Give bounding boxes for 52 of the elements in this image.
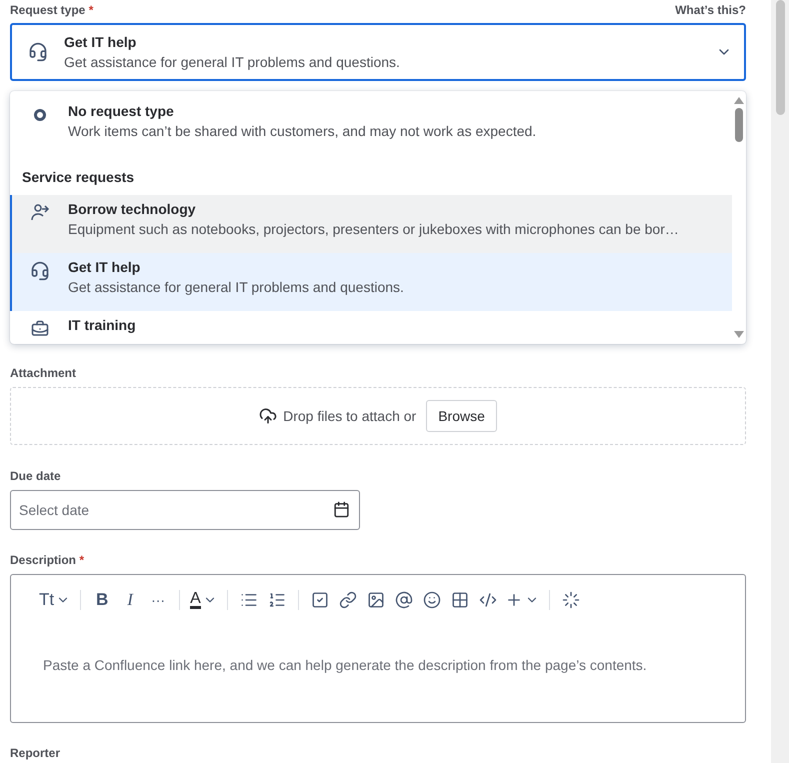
headset-icon <box>30 261 50 282</box>
option-description: Equipment such as notebooks, projectors, presenters or jukeboxes with microphones can be bor… <box>68 221 680 238</box>
sparkle-icon <box>562 591 580 610</box>
italic-button[interactable]: I <box>117 586 144 614</box>
scrollbar-thumb[interactable] <box>735 108 743 142</box>
option-description: Work items can’t be shared with customers, and may not work as expected. <box>68 123 538 140</box>
link-icon <box>338 591 357 610</box>
request-type-option[interactable]: Get IT help Get assistance for general IT problems and questions. <box>10 253 732 312</box>
field-label: Due date <box>10 468 61 483</box>
description-editor[interactable]: Tt B I ··· A Paste a Confluence link here, and we can help generate the description from the page’s contents. <box>10 574 746 724</box>
drop-zone[interactable]: Drop files to attach or Browse <box>10 387 746 445</box>
scrollbar-thumb[interactable] <box>776 0 785 115</box>
ring-icon <box>33 108 47 122</box>
table-icon <box>450 591 469 610</box>
request-type-option[interactable]: Borrow technology Equipment such as notebooks, projectors, presenters or jukeboxes with microphones can be bor… <box>10 195 732 254</box>
request-type-option[interactable]: No request type Work items can’t be shared with customers, and may not work as expected. <box>10 97 732 156</box>
drop-text: Drop files to attach or <box>283 408 416 424</box>
field-label: Request type * <box>10 2 94 17</box>
bold-button[interactable]: B <box>89 586 116 614</box>
briefcase-icon <box>31 320 49 338</box>
selected-description: Get assistance for general IT problems and questions. <box>64 54 401 70</box>
option-title: Borrow technology <box>68 201 197 218</box>
field-label: Attachment <box>10 366 76 380</box>
request-type-option[interactable]: IT training <box>10 311 732 344</box>
text-color-button[interactable]: A <box>188 586 219 614</box>
numbered-list-icon <box>268 591 286 610</box>
code-icon <box>478 591 497 610</box>
editor-placeholder: Paste a Confluence link here, and we can help generate the description from the page’s contents. <box>42 656 648 674</box>
checkbox-icon <box>310 591 329 610</box>
text-style-button[interactable]: Tt <box>37 586 72 614</box>
help-link[interactable]: What’s this? <box>675 2 746 17</box>
option-title: Get IT help <box>68 259 142 276</box>
scroll-up-icon[interactable] <box>734 97 744 104</box>
option-title: No request type <box>68 103 175 120</box>
field-label: Description * <box>10 553 84 568</box>
at-sign-icon <box>394 591 413 610</box>
scroll-down-icon[interactable] <box>734 331 744 338</box>
headset-icon <box>28 42 48 62</box>
image-icon <box>366 591 385 610</box>
page-scrollbar[interactable] <box>771 0 789 763</box>
option-title: IT training <box>68 317 137 334</box>
more-button[interactable]: ··· <box>145 586 172 614</box>
option-description: Get assistance for general IT problems and questions. <box>68 279 405 296</box>
field-label: Reporter <box>10 746 60 760</box>
date-field[interactable]: Select date <box>10 490 360 530</box>
group-heading: Service requests <box>21 168 136 188</box>
request-type-select[interactable]: Get IT help Get assistance for general IT problems and questions. <box>10 22 746 82</box>
smile-icon <box>422 591 441 610</box>
calendar-icon <box>333 500 350 518</box>
browse-button[interactable]: Browse <box>426 400 497 432</box>
upload-icon <box>259 406 278 425</box>
selected-title: Get IT help <box>64 34 138 50</box>
